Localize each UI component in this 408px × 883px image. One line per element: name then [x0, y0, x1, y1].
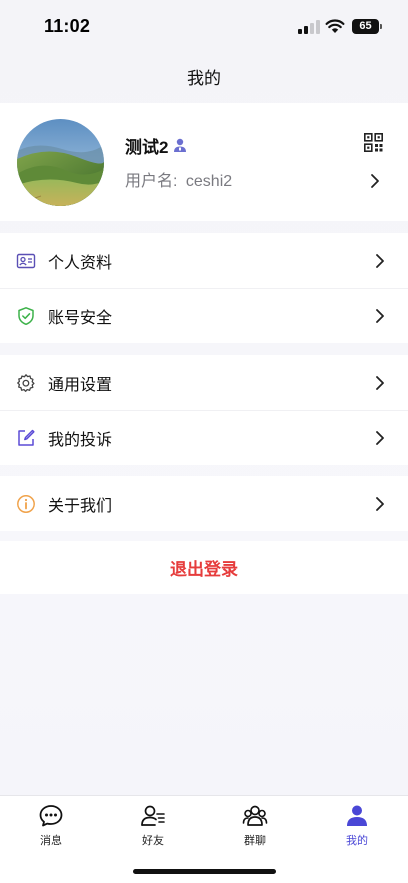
tab-label: 消息 [40, 835, 62, 847]
avatar-landscape-image [17, 119, 104, 206]
username-value: ceshi2 [185, 173, 233, 190]
menu-item-about-us[interactable]: 关于我们 [0, 476, 408, 531]
menu-group-settings: 通用设置 我的投诉 [0, 355, 408, 465]
profile-name-row: 测试2 [125, 134, 188, 157]
menu-group-about: 关于我们 [0, 476, 408, 531]
edit-icon [18, 429, 35, 446]
battery-icon: 65 [352, 19, 379, 34]
profile-name: 测试2 [125, 137, 169, 157]
id-card-icon [16, 253, 36, 268]
menu-item-label: 通用设置 [48, 376, 113, 394]
battery-cap [380, 24, 382, 29]
status-time: 11:02 [44, 16, 91, 36]
chat-icon [39, 805, 63, 827]
group-icon [242, 805, 268, 826]
logout-row: 退出登录 [0, 541, 408, 594]
menu-group-account: 个人资料 账号安全 [0, 233, 408, 343]
chevron-right-icon [376, 375, 384, 390]
tab-label: 我的 [346, 835, 368, 847]
home-indicator [133, 869, 276, 874]
wifi-icon [325, 19, 345, 33]
username-row: 用户名: ceshi2 [125, 167, 232, 191]
menu-item-label: 我的投诉 [48, 431, 113, 449]
friends-icon [141, 805, 165, 826]
user-badge-icon [174, 138, 187, 152]
chevron-right-icon [376, 496, 384, 511]
status-bar: 11:02 65 [0, 0, 408, 52]
tab-groups[interactable]: 群聊 [204, 804, 306, 848]
signal-icon [298, 20, 320, 34]
menu-item-profile[interactable]: 个人资料 [0, 233, 408, 288]
chevron-right-icon [376, 308, 384, 323]
chevron-right-icon [376, 430, 384, 445]
menu-item-label: 个人资料 [48, 254, 113, 272]
menu-item-account-security[interactable]: 账号安全 [0, 288, 408, 343]
chevron-right-icon [376, 253, 384, 268]
profile-card[interactable]: 测试2 用户名: ceshi2 [0, 103, 408, 221]
info-icon [17, 494, 35, 513]
tab-friends[interactable]: 好友 [102, 804, 204, 848]
menu-item-label: 账号安全 [48, 309, 113, 327]
menu-item-my-complaints[interactable]: 我的投诉 [0, 410, 408, 465]
user-icon [347, 805, 367, 826]
chevron-right-icon[interactable] [370, 173, 380, 189]
page-title: 我的 [187, 69, 221, 88]
tab-messages[interactable]: 消息 [0, 804, 102, 848]
profile-screen: 11:02 65 我的 测试2 用户名: ceshi2 个人资料 账号安全 通用… [0, 0, 408, 883]
qr-code-icon[interactable] [364, 133, 383, 152]
shield-check-icon [18, 306, 34, 325]
gear-icon [17, 373, 35, 392]
tab-me[interactable]: 我的 [306, 804, 408, 848]
menu-item-label: 关于我们 [48, 497, 113, 515]
avatar[interactable] [17, 119, 104, 206]
username-label: 用户名: [125, 173, 178, 190]
menu-item-general-settings[interactable]: 通用设置 [0, 355, 408, 410]
tab-label: 群聊 [244, 835, 266, 847]
tab-label: 好友 [142, 835, 164, 847]
logout-button[interactable]: 退出登录 [170, 555, 238, 580]
